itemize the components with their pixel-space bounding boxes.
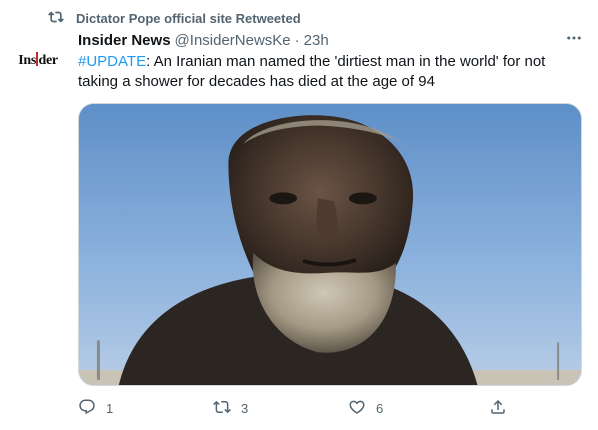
hashtag-link[interactable]: #UPDATE	[78, 53, 146, 70]
tweet-body: : An Iranian man named the 'dirtiest man…	[78, 53, 546, 90]
tweet-photo[interactable]	[78, 103, 582, 386]
retweet-button[interactable]: 3	[213, 398, 348, 419]
reply-count: 1	[106, 401, 114, 416]
like-button[interactable]: 6	[348, 398, 483, 419]
retweet-count: 3	[241, 401, 249, 416]
author-handle[interactable]: @InsiderNewsKe	[175, 32, 291, 49]
reply-icon	[78, 398, 96, 419]
tweet-time[interactable]: 23h	[304, 32, 329, 49]
retweet-banner-text: Dictator Pope official site Retweeted	[76, 11, 301, 26]
retweet-banner[interactable]: Dictator Pope official site Retweeted	[48, 9, 301, 28]
more-icon	[565, 29, 583, 52]
photo-illustration	[79, 104, 581, 385]
share-icon	[489, 398, 507, 419]
reply-button[interactable]: 1	[78, 398, 213, 419]
more-options-button[interactable]	[564, 30, 584, 50]
like-count: 6	[376, 401, 384, 416]
like-icon	[348, 398, 366, 419]
tweet-header: Insider News @InsiderNewsKe · 23h	[78, 30, 584, 50]
tweet-actions: 1 3 6	[78, 398, 508, 419]
separator: ·	[294, 31, 300, 49]
author-name[interactable]: Insider News	[78, 32, 171, 49]
retweet-icon	[213, 398, 231, 419]
retweet-icon	[48, 9, 64, 28]
share-button[interactable]	[489, 398, 507, 419]
insider-logo: Ins der	[18, 51, 58, 68]
tweet-text: #UPDATE: An Iranian man named the 'dirti…	[78, 52, 578, 92]
avatar[interactable]: Ins der	[14, 36, 62, 84]
